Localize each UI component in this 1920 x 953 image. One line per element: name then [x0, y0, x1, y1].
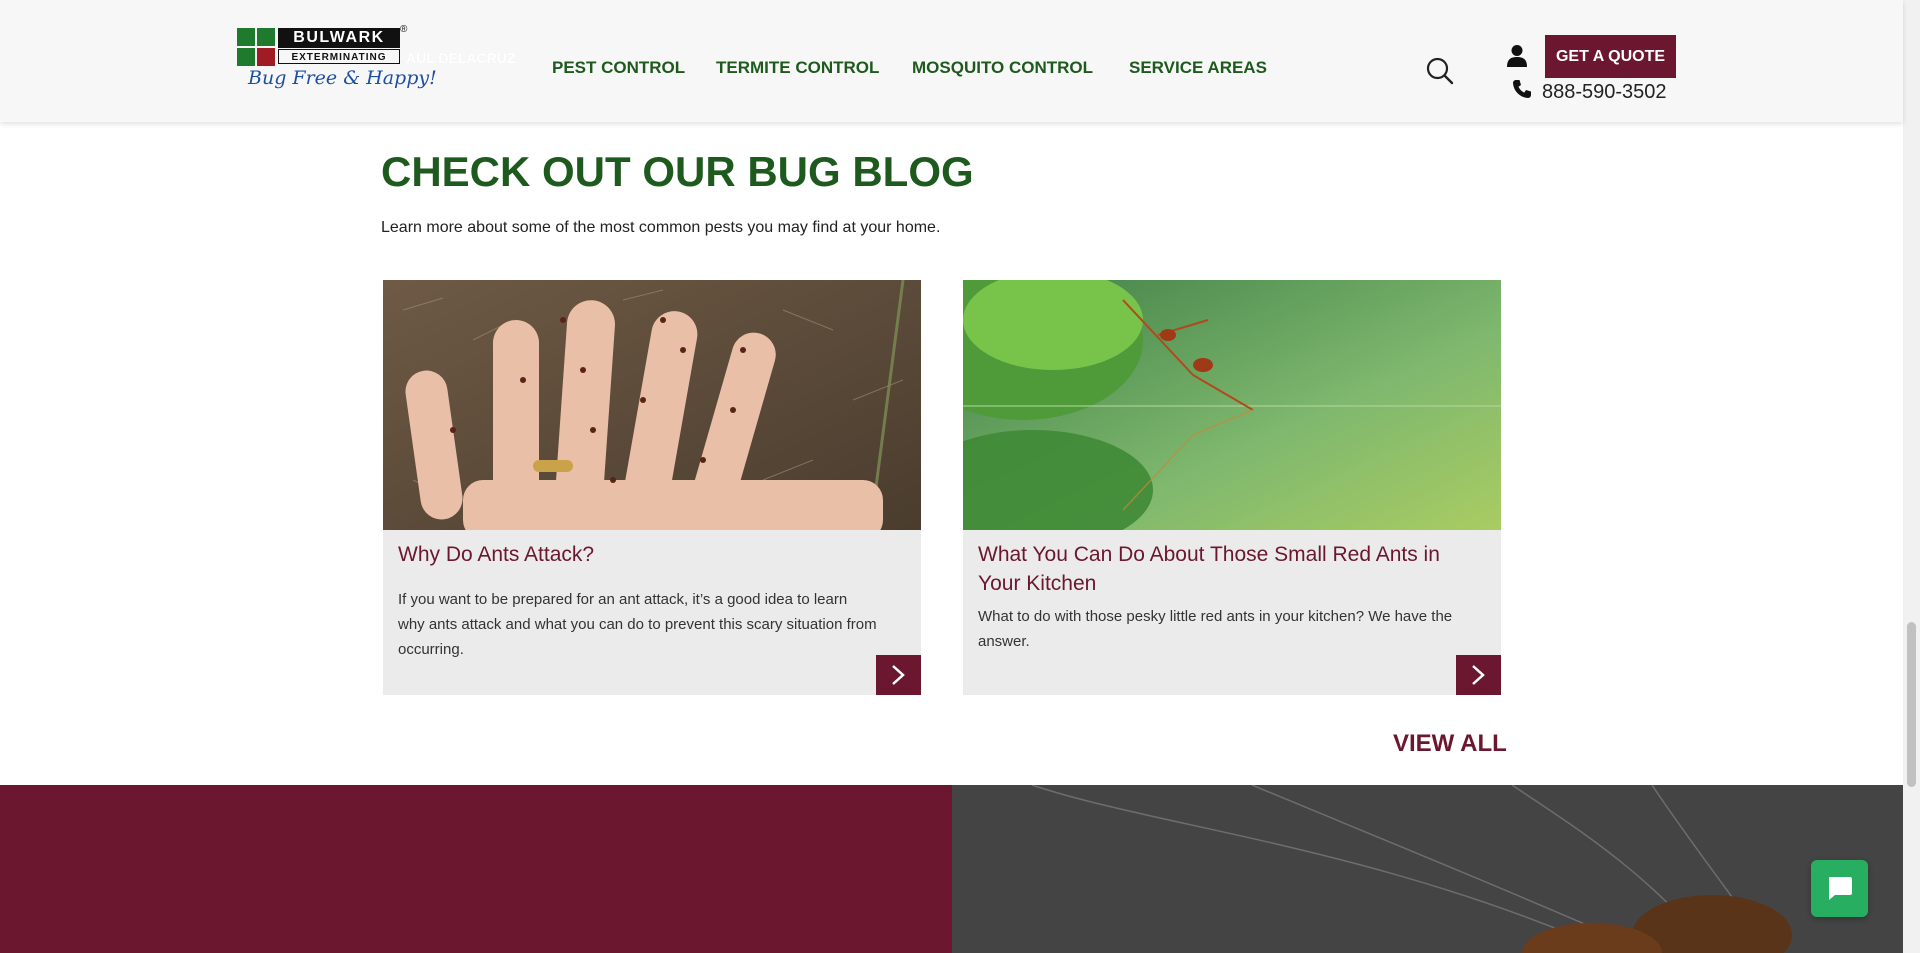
read-more-arrow-button[interactable] [1456, 655, 1501, 695]
logo-subword: EXTERMINATING [278, 49, 400, 64]
logo-mark [237, 28, 275, 66]
site-header: BULWARK EXTERMINATING ® Bug Free & Happy… [0, 0, 1903, 122]
chevron-right-icon [1472, 665, 1485, 685]
blog-card-excerpt: If you want to be prepared for an ant at… [398, 591, 877, 658]
chat-widget-button[interactable] [1811, 860, 1868, 917]
nav-termite-control[interactable]: TERMITE CONTROL [716, 58, 879, 78]
blog-card-image-red-ants-on-moss[interactable] [963, 280, 1501, 530]
phone-icon [1512, 79, 1532, 99]
user-icon[interactable] [1506, 44, 1528, 68]
termite-hero-image [952, 785, 1903, 953]
logo-registered-mark: ® [400, 24, 408, 35]
blog-card-title[interactable]: Why Do Ants Attack? [398, 540, 878, 569]
page-scrollbar[interactable] [1903, 0, 1920, 953]
chat-bubble-icon [1829, 877, 1852, 900]
read-more-arrow-button[interactable] [876, 655, 921, 695]
blog-card-image-ants-on-hand[interactable] [383, 280, 921, 530]
blog-card-title[interactable]: What You Can Do About Those Small Red An… [978, 540, 1458, 598]
chevron-right-icon [892, 665, 905, 685]
get-a-quote-button[interactable]: GET A QUOTE [1546, 36, 1675, 77]
promo-band-left [0, 785, 952, 953]
scrollbar-thumb[interactable] [1907, 622, 1916, 787]
nav-mosquito-control[interactable]: MOSQUITO CONTROL [912, 58, 1093, 78]
nav-service-areas[interactable]: SERVICE AREAS [1129, 58, 1267, 78]
bulwark-logo[interactable]: BULWARK EXTERMINATING ® Bug Free & Happy… [237, 24, 437, 98]
blog-section-title: CHECK OUT OUR BUG BLOG [381, 148, 974, 195]
blog-section-subtitle: Learn more about some of the most common… [381, 219, 941, 236]
view-all-link[interactable]: VIEW ALL [1393, 730, 1507, 758]
overlapping-ghost-text: AUL DELACRUZ [406, 50, 516, 66]
phone-number-link[interactable]: 888-590-3502 [1542, 81, 1667, 104]
nav-pest-control[interactable]: PEST CONTROL [552, 58, 685, 78]
logo-tagline: Bug Free & Happy! [248, 67, 437, 89]
blog-card[interactable]: What You Can Do About Those Small Red An… [963, 280, 1501, 695]
blog-card-excerpt: What to do with those pesky little red a… [978, 608, 1453, 650]
logo-word: BULWARK [278, 28, 400, 48]
blog-card[interactable]: Why Do Ants Attack? If you want to be pr… [383, 280, 921, 695]
search-icon[interactable] [1425, 56, 1455, 86]
